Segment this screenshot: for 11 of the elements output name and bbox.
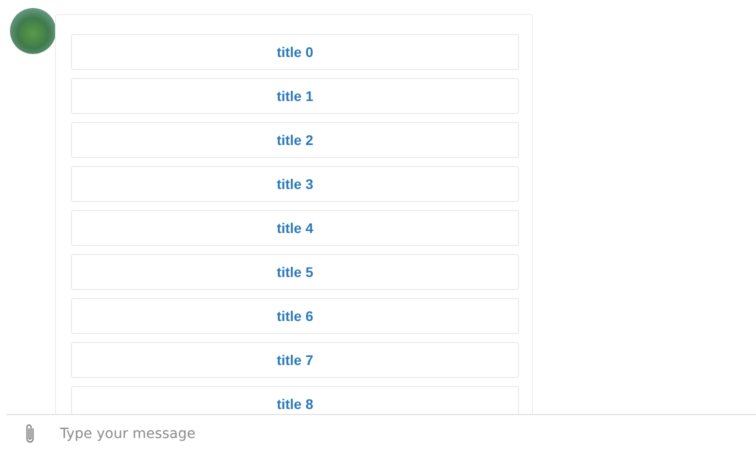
- option-button[interactable]: title 2: [71, 122, 519, 158]
- option-button[interactable]: title 0: [71, 34, 519, 70]
- paperclip-icon[interactable]: [24, 422, 36, 445]
- option-button[interactable]: title 5: [71, 254, 519, 290]
- avatar: [10, 8, 56, 54]
- option-button[interactable]: title 1: [71, 78, 519, 114]
- option-button[interactable]: title 8: [71, 386, 519, 414]
- option-button[interactable]: title 6: [71, 298, 519, 334]
- option-button[interactable]: title 4: [71, 210, 519, 246]
- option-button[interactable]: title 7: [71, 342, 519, 378]
- option-button[interactable]: title 3: [71, 166, 519, 202]
